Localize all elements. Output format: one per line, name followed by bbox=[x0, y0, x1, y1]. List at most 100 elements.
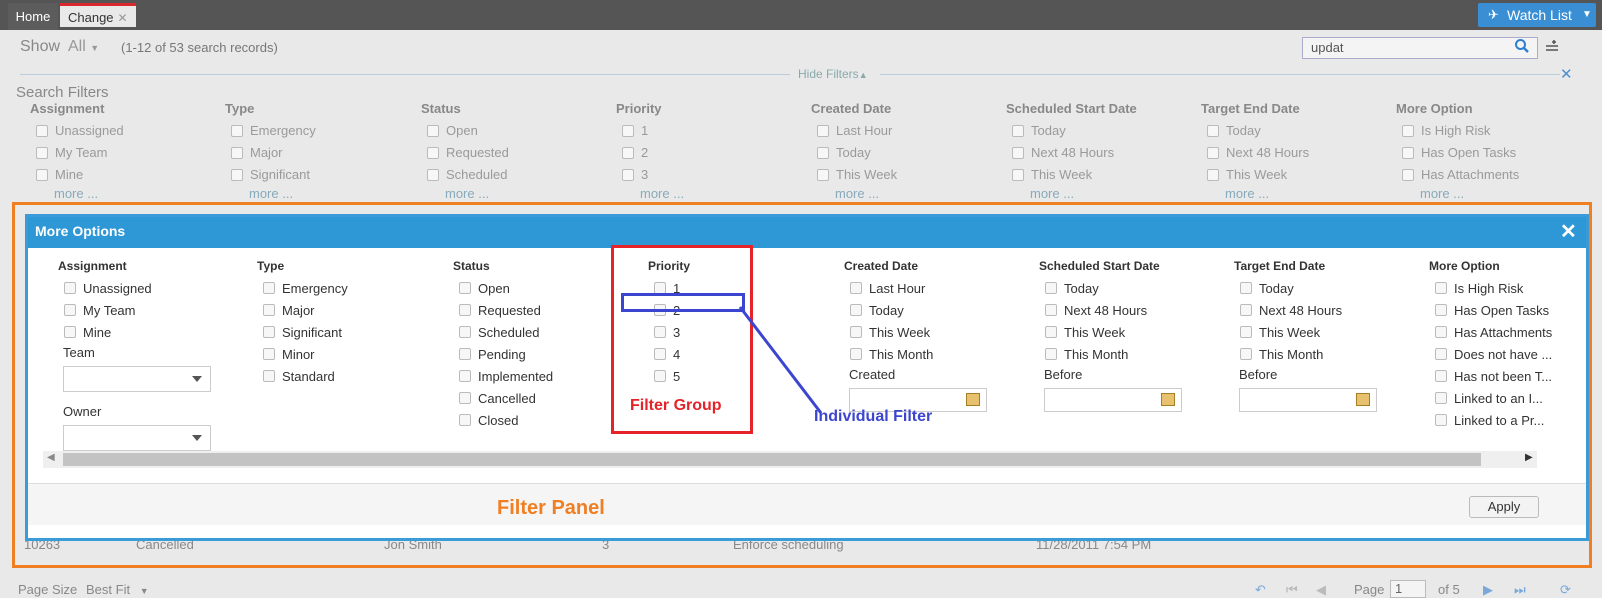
checkbox[interactable] bbox=[231, 125, 243, 137]
bg-filter-item[interactable]: Emergency bbox=[225, 120, 405, 142]
filter-item[interactable]: This Week bbox=[1234, 321, 1424, 343]
close-icon[interactable]: ✕ bbox=[1560, 219, 1577, 244]
bg-filter-item[interactable]: Next 48 Hours bbox=[1201, 142, 1381, 164]
bg-filter-item[interactable]: This Week bbox=[1006, 164, 1186, 186]
filter-item[interactable]: Next 48 Hours bbox=[1234, 299, 1424, 321]
more-link[interactable]: more ... bbox=[445, 186, 601, 202]
bg-filter-item[interactable]: 3 bbox=[616, 164, 796, 186]
calendar-icon[interactable] bbox=[1161, 393, 1175, 406]
checkbox[interactable] bbox=[459, 326, 471, 338]
refresh-back-icon[interactable]: ↶ bbox=[1255, 582, 1266, 598]
checkbox[interactable] bbox=[1207, 169, 1219, 181]
next-page-icon[interactable]: ▶ bbox=[1483, 582, 1493, 598]
search-icon[interactable] bbox=[1514, 38, 1530, 57]
scrollbar-thumb[interactable] bbox=[63, 453, 1481, 466]
more-link[interactable]: more ... bbox=[1420, 186, 1576, 202]
more-link[interactable]: more ... bbox=[54, 186, 210, 202]
filter-item[interactable]: This Week bbox=[844, 321, 1034, 343]
checkbox[interactable] bbox=[1045, 304, 1057, 316]
target-before-input[interactable] bbox=[1239, 388, 1377, 412]
checkbox[interactable] bbox=[1402, 147, 1414, 159]
bg-filter-item[interactable]: Requested bbox=[421, 142, 601, 164]
hide-filters-link[interactable]: Hide Filters▲ bbox=[798, 67, 868, 81]
filter-item[interactable]: This Month bbox=[844, 343, 1034, 365]
filter-item[interactable]: Has Open Tasks bbox=[1429, 299, 1569, 321]
checkbox[interactable] bbox=[817, 169, 829, 181]
filter-item[interactable]: Last Hour bbox=[844, 277, 1034, 299]
scroll-left-icon[interactable]: ◀ bbox=[47, 452, 55, 463]
filter-item[interactable]: Today bbox=[844, 299, 1034, 321]
checkbox[interactable] bbox=[64, 282, 76, 294]
more-link[interactable]: more ... bbox=[640, 186, 796, 202]
filter-item[interactable]: Emergency bbox=[257, 277, 447, 299]
checkbox[interactable] bbox=[1012, 147, 1024, 159]
more-link[interactable]: more ... bbox=[835, 186, 991, 202]
filter-item[interactable]: Standard bbox=[257, 365, 447, 387]
checkbox[interactable] bbox=[1435, 414, 1447, 426]
checkbox[interactable] bbox=[1435, 392, 1447, 404]
checkbox[interactable] bbox=[1240, 348, 1252, 360]
checkbox[interactable] bbox=[850, 326, 862, 338]
calendar-icon[interactable] bbox=[1356, 393, 1370, 406]
filter-item[interactable]: This Month bbox=[1234, 343, 1424, 365]
bg-filter-item[interactable]: Scheduled bbox=[421, 164, 601, 186]
bg-filter-item[interactable]: Major bbox=[225, 142, 405, 164]
previous-page-icon[interactable]: ◀ bbox=[1316, 582, 1326, 598]
checkbox[interactable] bbox=[1045, 326, 1057, 338]
checkbox[interactable] bbox=[622, 125, 634, 137]
checkbox[interactable] bbox=[459, 370, 471, 382]
checkbox[interactable] bbox=[817, 147, 829, 159]
bg-filter-item[interactable]: Next 48 Hours bbox=[1006, 142, 1186, 164]
checkbox[interactable] bbox=[1435, 282, 1447, 294]
filter-item[interactable]: Major bbox=[257, 299, 447, 321]
calendar-icon[interactable] bbox=[966, 393, 980, 406]
add-search-icon[interactable] bbox=[1544, 38, 1560, 57]
checkbox[interactable] bbox=[1435, 304, 1447, 316]
checkbox[interactable] bbox=[459, 282, 471, 294]
bg-filter-item[interactable]: Last Hour bbox=[811, 120, 991, 142]
checkbox[interactable] bbox=[427, 125, 439, 137]
checkbox[interactable] bbox=[263, 348, 275, 360]
checkbox[interactable] bbox=[459, 304, 471, 316]
checkbox[interactable] bbox=[850, 282, 862, 294]
bg-filter-item[interactable]: 1 bbox=[616, 120, 796, 142]
team-select[interactable] bbox=[63, 366, 211, 392]
checkbox[interactable] bbox=[1045, 282, 1057, 294]
checkbox[interactable] bbox=[459, 392, 471, 404]
checkbox[interactable] bbox=[231, 169, 243, 181]
checkbox[interactable] bbox=[1402, 125, 1414, 137]
bg-filter-item[interactable]: Has Attachments bbox=[1396, 164, 1576, 186]
refresh-icon[interactable]: ⟳ bbox=[1560, 582, 1571, 598]
bg-filter-item[interactable]: Unassigned bbox=[30, 120, 210, 142]
bg-filter-item[interactable]: Today bbox=[1006, 120, 1186, 142]
filter-item[interactable]: Does not have ... bbox=[1429, 343, 1569, 365]
checkbox[interactable] bbox=[1207, 147, 1219, 159]
checkbox[interactable] bbox=[1435, 370, 1447, 382]
owner-select[interactable] bbox=[63, 425, 211, 451]
checkbox[interactable] bbox=[1435, 326, 1447, 338]
bg-filter-item[interactable]: Mine bbox=[30, 164, 210, 186]
checkbox[interactable] bbox=[850, 348, 862, 360]
filter-item[interactable]: This Week bbox=[1039, 321, 1229, 343]
bg-filter-item[interactable]: Today bbox=[811, 142, 991, 164]
bg-filter-item[interactable]: Has Open Tasks bbox=[1396, 142, 1576, 164]
filter-item[interactable]: Today bbox=[1234, 277, 1424, 299]
bg-filter-item[interactable]: Today bbox=[1201, 120, 1381, 142]
bg-filter-item[interactable]: 2 bbox=[616, 142, 796, 164]
close-tab-icon[interactable]: ✕ bbox=[118, 11, 128, 25]
filter-item[interactable]: Today bbox=[1039, 277, 1229, 299]
checkbox[interactable] bbox=[36, 125, 48, 137]
checkbox[interactable] bbox=[1240, 282, 1252, 294]
show-dropdown[interactable]: All ▼ bbox=[68, 38, 99, 56]
checkbox[interactable] bbox=[427, 169, 439, 181]
page-size-dropdown[interactable]: Best Fit ▼ bbox=[86, 582, 149, 597]
checkbox[interactable] bbox=[427, 147, 439, 159]
checkbox[interactable] bbox=[263, 370, 275, 382]
checkbox[interactable] bbox=[36, 147, 48, 159]
checkbox[interactable] bbox=[36, 169, 48, 181]
checkbox[interactable] bbox=[1045, 348, 1057, 360]
checkbox[interactable] bbox=[1240, 326, 1252, 338]
more-link[interactable]: more ... bbox=[249, 186, 405, 202]
checkbox[interactable] bbox=[231, 147, 243, 159]
checkbox[interactable] bbox=[459, 414, 471, 426]
